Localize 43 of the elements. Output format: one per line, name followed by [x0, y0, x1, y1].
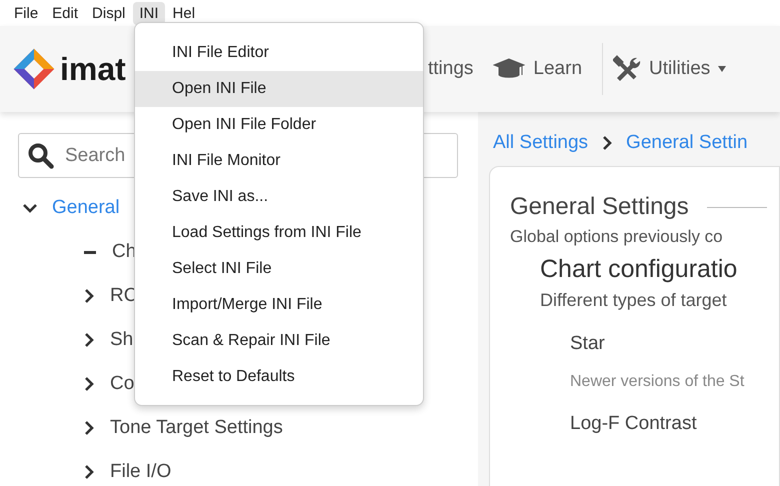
card-title: General Settings	[510, 193, 689, 221]
chevron-right-icon[interactable]	[602, 136, 612, 150]
chevron-right-icon[interactable]	[84, 377, 94, 391]
chevron-right-icon[interactable]	[84, 421, 94, 435]
menu-item[interactable]: Scan & Repair INI File	[135, 323, 423, 359]
dash-icon	[84, 250, 96, 254]
tree-item[interactable]: Co	[110, 373, 134, 395]
chevron-right-icon[interactable]	[84, 289, 94, 303]
section-title: Chart configuratio	[540, 255, 738, 284]
tools-icon	[613, 55, 642, 83]
tree-item[interactable]: General	[52, 197, 120, 219]
option-label: Star	[570, 333, 606, 355]
menu-item[interactable]: Select INI File	[135, 251, 423, 287]
menubar-item[interactable]: Displ	[86, 2, 132, 24]
search-icon	[28, 143, 54, 169]
chevron-right-icon[interactable]	[84, 333, 94, 347]
option-label: Log-F Contrast	[570, 413, 698, 435]
nav-link[interactable]: Utilities	[613, 55, 726, 83]
menu-item[interactable]: INI File Editor	[135, 35, 423, 71]
menubar-item[interactable]: INI	[133, 2, 165, 24]
menu-item[interactable]: Import/Merge INI File	[135, 287, 423, 323]
tree-item[interactable]: Tone Target Settings	[110, 417, 283, 439]
menubar-item[interactable]: Hel	[166, 2, 202, 24]
tree-item[interactable]: File I/O	[110, 461, 172, 483]
logo-icon	[12, 47, 56, 91]
menu-item[interactable]: Open INI File	[135, 71, 423, 107]
menu-item[interactable]: Reset to Defaults	[135, 359, 423, 395]
option-description: Newer versions of the St	[570, 373, 746, 391]
menu-item[interactable]: Load Settings from INI File	[135, 215, 423, 251]
logo-text: imat	[60, 50, 126, 88]
chevron-right-icon[interactable]	[84, 465, 94, 479]
menu-item[interactable]: Save INI as...	[135, 179, 423, 215]
caret-icon	[718, 66, 726, 72]
tree-item[interactable]: Sh	[110, 329, 134, 351]
nav-link[interactable]: ttings	[428, 58, 474, 80]
menubar-item[interactable]: File	[8, 2, 44, 24]
section-description: Different types of target	[540, 290, 728, 311]
nav-link[interactable]: Learn	[493, 57, 582, 81]
menubar-item[interactable]: Edit	[46, 2, 84, 24]
chevron-down-icon[interactable]	[22, 202, 38, 214]
menu-item[interactable]: INI File Monitor	[135, 143, 423, 179]
card-description: Global options previously co	[510, 227, 724, 247]
menu-item[interactable]: Open INI File Folder	[135, 107, 423, 143]
